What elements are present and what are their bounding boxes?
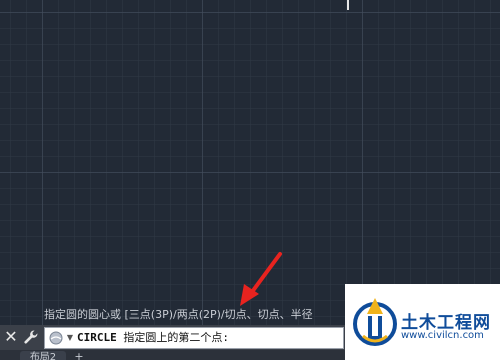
watermark-url: www.civilcn.com — [401, 330, 484, 341]
add-layout-button[interactable]: + — [72, 351, 86, 360]
close-icon[interactable]: ✕ — [2, 328, 20, 346]
command-name: CIRCLE — [77, 331, 117, 344]
command-prompt-text: 指定圆上的第二个点: — [123, 331, 229, 344]
watermark-logo: 土木工程网 www.civilcn.com — [345, 284, 500, 360]
command-input[interactable]: ▼ CIRCLE 指定圆上的第二个点: — [44, 327, 344, 349]
crosshair-cursor — [347, 0, 349, 10]
layout-tab-strip: 布局2 + — [0, 350, 345, 360]
command-globe-icon[interactable] — [49, 331, 63, 345]
chevron-down-icon[interactable]: ▼ — [65, 330, 75, 346]
wrench-icon[interactable] — [22, 328, 40, 346]
tab-layout2[interactable]: 布局2 — [20, 351, 66, 360]
civil-logo-icon — [353, 298, 397, 346]
command-history-line: 指定圆的圆心或 [三点(3P)/两点(2P)/切点、切点、半径 — [44, 308, 313, 321]
command-prompt: CIRCLE 指定圆上的第二个点: — [77, 328, 229, 348]
